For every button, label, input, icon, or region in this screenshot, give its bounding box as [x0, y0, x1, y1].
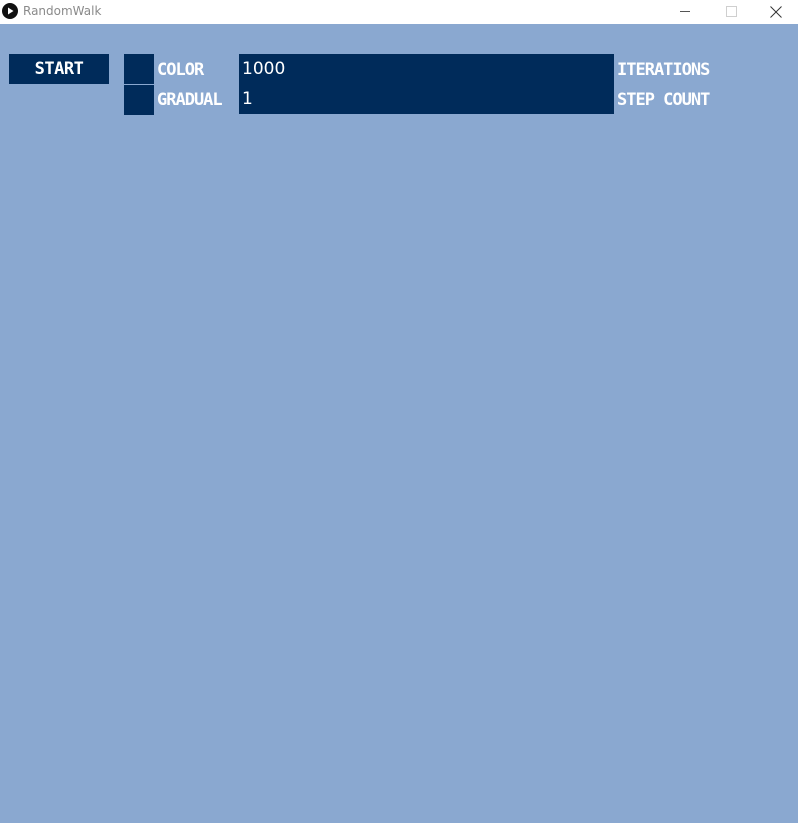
minimize-icon — [680, 11, 690, 12]
app-window: RandomWalk START COLOR GRADUAL 1000 ITER… — [0, 0, 798, 823]
start-button[interactable]: START — [9, 54, 109, 84]
gradual-toggle-label: GRADUAL — [157, 90, 223, 110]
title-bar[interactable]: RandomWalk — [0, 0, 798, 23]
gradual-toggle[interactable] — [124, 85, 154, 115]
iterations-label: ITERATIONS — [617, 60, 710, 80]
play-icon — [2, 3, 18, 19]
close-button[interactable] — [753, 0, 798, 23]
close-icon — [770, 6, 782, 18]
window-title: RandomWalk — [23, 4, 102, 18]
step-count-input[interactable]: 1 — [239, 84, 614, 114]
maximize-icon — [726, 6, 737, 17]
step-count-label: STEP COUNT — [617, 90, 710, 110]
minimize-button[interactable] — [662, 0, 708, 23]
color-toggle[interactable] — [124, 54, 154, 84]
color-toggle-label: COLOR — [157, 60, 204, 80]
sketch-canvas[interactable]: START COLOR GRADUAL 1000 ITERATIONS 1 ST… — [0, 24, 798, 823]
maximize-button[interactable] — [708, 0, 754, 23]
iterations-input[interactable]: 1000 — [239, 54, 614, 84]
